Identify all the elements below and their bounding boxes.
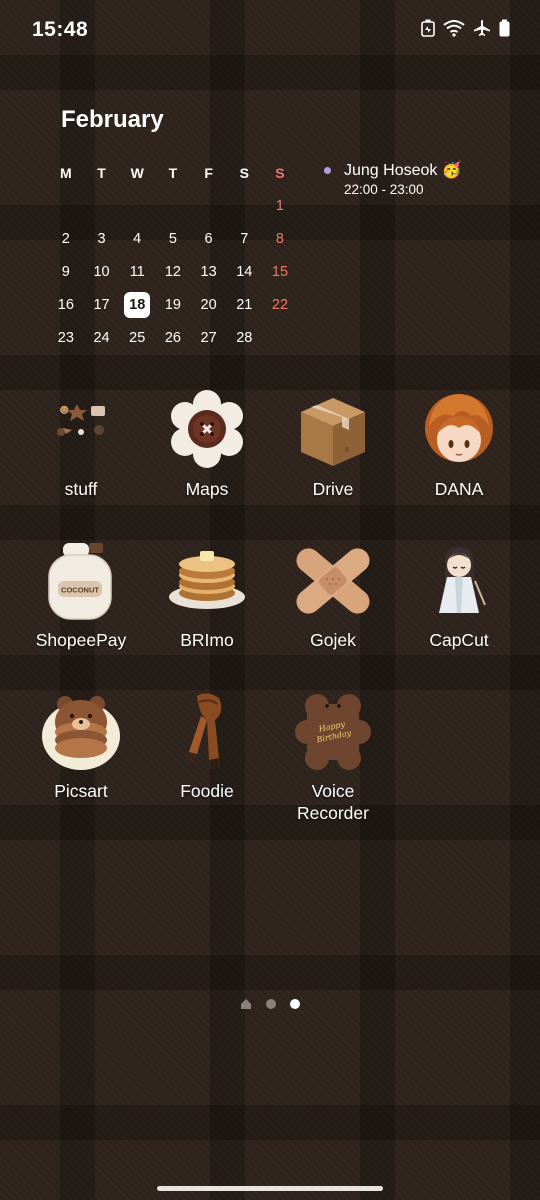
app-label: stuff: [64, 479, 98, 499]
calendar-day[interactable]: 28: [226, 330, 262, 346]
app-voice-recorder[interactable]: HappyBirthday Voice Recorder: [268, 692, 398, 824]
app-brimo[interactable]: BRImo: [142, 541, 272, 651]
calendar-day[interactable]: 22: [262, 297, 298, 313]
calendar-day[interactable]: 23: [48, 330, 84, 346]
app-label: CapCut: [429, 630, 489, 650]
calendar-day[interactable]: 8: [262, 231, 298, 247]
orange-hair-figure-icon: [419, 390, 499, 470]
calendar-grid: M T W T F S S 1 2 3 4 5 6 7 8 9 10 11 12 13 14 15 16 17 18 19 20 21…: [48, 156, 298, 354]
app-gojek[interactable]: Gojek: [268, 541, 398, 651]
event-time: 22:00 - 23:00: [344, 182, 424, 197]
calendar-day[interactable]: 25: [119, 330, 155, 346]
calendar-day[interactable]: 2: [48, 231, 84, 247]
home-page-icon[interactable]: [240, 998, 252, 1010]
weekday-label: S: [239, 164, 249, 181]
battery-icon: [499, 19, 510, 37]
calendar-day[interactable]: 1: [262, 198, 298, 214]
pancake-stack-icon: [167, 541, 247, 621]
bear-pancake-icon: [41, 692, 121, 772]
calendar-day[interactable]: 21: [226, 297, 262, 313]
birthday-cookie-icon: HappyBirthday: [293, 692, 373, 772]
calendar-day[interactable]: 26: [155, 330, 191, 346]
svg-text:COCONUT: COCONUT: [61, 586, 99, 595]
battery-saver-icon: [421, 19, 435, 37]
wifi-icon: [443, 20, 465, 37]
svg-text:☻: ☻: [57, 401, 72, 417]
page-dot-current[interactable]: [290, 999, 300, 1009]
calendar-day[interactable]: 9: [48, 264, 84, 280]
calendar-day[interactable]: 11: [119, 264, 155, 280]
weekday-label: T: [168, 164, 178, 181]
gesture-nav-bar[interactable]: [157, 1186, 383, 1191]
weekday-label: T: [97, 164, 106, 181]
app-label: Picsart: [54, 781, 108, 801]
app-label: Maps: [185, 479, 229, 499]
calendar-day[interactable]: 20: [191, 297, 227, 313]
scarf-icon: [167, 692, 247, 772]
weekday-label: F: [204, 164, 213, 181]
calendar-day[interactable]: 13: [191, 264, 227, 280]
calendar-day[interactable]: 12: [155, 264, 191, 280]
app-shopeepay[interactable]: COCONUT ShopeePay: [16, 541, 146, 651]
coconut-jar-icon: COCONUT: [41, 541, 121, 621]
app-label: Voice Recorder: [297, 781, 369, 823]
app-maps[interactable]: Maps: [142, 390, 272, 500]
calendar-day[interactable]: 19: [155, 297, 191, 313]
app-label: BRImo: [180, 630, 234, 650]
app-stuff[interactable]: ☻ stuff: [16, 390, 146, 500]
app-label: ShopeePay: [35, 630, 127, 650]
app-capcut[interactable]: CapCut: [394, 541, 524, 651]
calendar-day[interactable]: 24: [84, 330, 120, 346]
app-drive[interactable]: II Drive: [268, 390, 398, 500]
weekday-label: S: [275, 164, 285, 181]
calendar-day[interactable]: 27: [191, 330, 227, 346]
calendar-day[interactable]: 14: [226, 264, 262, 280]
flower-button-icon: [167, 390, 247, 470]
calendar-day[interactable]: 5: [155, 231, 191, 247]
app-label: Foodie: [180, 781, 234, 801]
calendar-day[interactable]: 15: [262, 264, 298, 280]
calendar-day-today[interactable]: 18: [119, 291, 155, 318]
status-time: 15:48: [32, 18, 89, 41]
app-label: DANA: [434, 479, 484, 499]
folder-stickers-icon: ☻: [41, 390, 121, 470]
figurine-icon: [419, 541, 499, 621]
calendar-day[interactable]: 10: [84, 264, 120, 280]
calendar-day[interactable]: 3: [84, 231, 120, 247]
app-label: Drive: [312, 479, 354, 499]
calendar-month: February: [61, 106, 164, 133]
weekday-label: M: [60, 164, 72, 181]
cardboard-box-icon: II: [293, 390, 373, 470]
event-title: Jung Hoseok 🥳: [344, 162, 462, 179]
calendar-day[interactable]: 17: [84, 297, 120, 313]
weekday-label: W: [130, 164, 144, 181]
bandage-cross-icon: [293, 541, 373, 621]
status-bar: 15:48: [0, 0, 540, 60]
svg-text:II: II: [345, 447, 349, 454]
calendar-day[interactable]: 6: [191, 231, 227, 247]
app-label: Gojek: [310, 630, 356, 650]
app-dana[interactable]: DANA: [394, 390, 524, 500]
page-dot[interactable]: [266, 999, 276, 1009]
calendar-day[interactable]: 7: [226, 231, 262, 247]
calendar-day[interactable]: 4: [119, 231, 155, 247]
page-indicator[interactable]: [0, 998, 540, 1010]
airplane-icon: [474, 20, 490, 36]
event-dot: [324, 167, 331, 174]
app-picsart[interactable]: Picsart: [16, 692, 146, 802]
calendar-day[interactable]: 16: [48, 297, 84, 313]
app-foodie[interactable]: Foodie: [142, 692, 272, 802]
